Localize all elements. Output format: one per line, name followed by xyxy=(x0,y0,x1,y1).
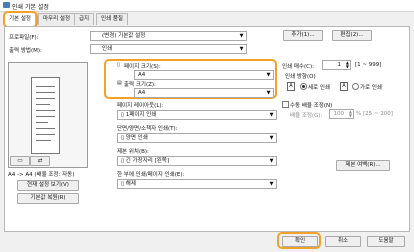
portrait-radio[interactable] xyxy=(300,83,307,90)
tab-print-quality[interactable]: 인쇄 품질 xyxy=(96,13,128,25)
profile-select[interactable]: (변경) 기본값 설정 ▼ xyxy=(90,31,247,41)
chevron-down-icon: ▼ xyxy=(266,90,271,96)
page-layout-value: 1페이지 인쇄 xyxy=(125,112,157,118)
manual-scale-label: 수동 배율 조정(N) xyxy=(290,103,333,109)
scale-stepper[interactable]: 100 ▲ ▼ xyxy=(329,109,354,119)
scale-value: 100 xyxy=(333,111,345,117)
profile-label: 프로파일(F): xyxy=(9,35,39,41)
duplex-value: 양면 인쇄 xyxy=(125,135,148,141)
preview-mode-icon[interactable]: ▭ xyxy=(10,156,30,166)
scale-sub-label: 배율 조정(G): xyxy=(290,113,323,119)
page-preview-icon xyxy=(31,77,60,154)
print-per-copy-select[interactable]: ▯ 해제 ▼ xyxy=(117,179,277,189)
output-method-value: 인쇄 xyxy=(102,46,113,52)
binding-value: 긴 가장자리 [왼쪽] xyxy=(125,158,169,164)
output-method-select[interactable]: 인쇄 ▼ xyxy=(90,44,247,54)
copies-range: [1 ~ 999] xyxy=(355,62,382,68)
help-button[interactable]: 도움말 xyxy=(367,236,405,247)
chevron-down-icon: ▼ xyxy=(269,158,274,164)
output-method-label: 출력 방법(M): xyxy=(9,48,42,54)
binding-label: 제본 위치(B): xyxy=(117,149,149,155)
restore-defaults-button[interactable]: 기본값 복원(R) xyxy=(17,193,79,204)
page-icon: ▯ xyxy=(117,62,120,68)
chevron-down-icon: ▼ xyxy=(266,72,271,78)
portrait-icon: A xyxy=(287,82,295,91)
view-current-settings-button[interactable]: 현재 설정 보기(V) xyxy=(17,180,79,191)
landscape-radio[interactable] xyxy=(352,83,359,90)
profile-edit-button[interactable]: 편집(2)... xyxy=(332,30,372,41)
chevron-down-icon: ▼ xyxy=(269,112,274,118)
page-layout-select[interactable]: ▯ 1페이지 인쇄 ▼ xyxy=(117,110,277,120)
profile-value: (변경) 기본값 설정 xyxy=(102,33,146,39)
orientation-label: 인쇄 방향(O) xyxy=(285,74,316,80)
output-size-label: 출력 크기(Z): xyxy=(124,82,156,88)
print-per-copy-label: 한 부에 인쇄/페이지 인쇄(E): xyxy=(117,172,185,178)
preview-layout-icon[interactable]: ⇄ xyxy=(30,156,50,166)
output-size-select[interactable]: A4 ▼ xyxy=(134,88,274,98)
page-layout-label: 페이지 레이아웃(L): xyxy=(117,103,164,109)
window-title: 인쇄 기본 설정 xyxy=(12,4,49,11)
binding-select[interactable]: ▯ 긴 가장자리 [왼쪽] ▼ xyxy=(117,156,277,166)
copies-stepper[interactable]: 1 ▲ ▼ xyxy=(322,60,351,70)
portrait-label: 세로 인쇄 xyxy=(308,85,330,91)
chevron-down-icon: ▼ xyxy=(269,181,274,187)
scale-range: % [25 ~ 200] xyxy=(356,111,393,117)
preview-caption: A4 -> A4 (배율 조정: 자동) xyxy=(8,172,75,178)
tab-paper-source[interactable]: 급지 xyxy=(74,13,95,25)
binding-margin-button[interactable]: 제본 여백(R)... xyxy=(336,160,390,171)
chevron-down-icon: ▼ xyxy=(239,46,244,52)
output-size-value: A4 xyxy=(138,90,146,96)
chevron-down-icon: ▼ xyxy=(239,33,244,39)
spin-arrows-icon: ▲ ▼ xyxy=(345,60,349,69)
printer-icon xyxy=(3,2,10,8)
page-size-label: 페이지 크기(S): xyxy=(124,64,161,70)
print-per-copy-value: 해제 xyxy=(125,181,136,187)
duplex-label: 단면/양면/소책자 인쇄(T): xyxy=(117,126,178,132)
landscape-icon: A xyxy=(340,82,348,91)
copies-value: 1 xyxy=(337,62,342,68)
tab-finishing[interactable]: 마무리 설정 xyxy=(38,13,76,25)
page-size-select[interactable]: A4 ▼ xyxy=(134,70,274,80)
page-size-value: A4 xyxy=(138,72,146,78)
cancel-button[interactable]: 취소 xyxy=(325,236,361,247)
manual-scale-checkbox[interactable] xyxy=(282,101,289,108)
landscape-label: 가로 인쇄 xyxy=(360,85,382,91)
chevron-down-icon: ▼ xyxy=(269,135,274,141)
ok-button[interactable]: 확인 xyxy=(282,236,318,247)
copies-label: 인쇄 매수(C): xyxy=(282,64,314,70)
printer-small-icon: ▤ xyxy=(117,80,122,86)
spin-arrows-icon: ▲ ▼ xyxy=(348,109,352,118)
profile-add-button[interactable]: 추가(1)... xyxy=(283,30,323,41)
duplex-select[interactable]: ▯ 양면 인쇄 ▼ xyxy=(117,133,277,143)
title-bar: 인쇄 기본 설정 xyxy=(0,0,414,12)
